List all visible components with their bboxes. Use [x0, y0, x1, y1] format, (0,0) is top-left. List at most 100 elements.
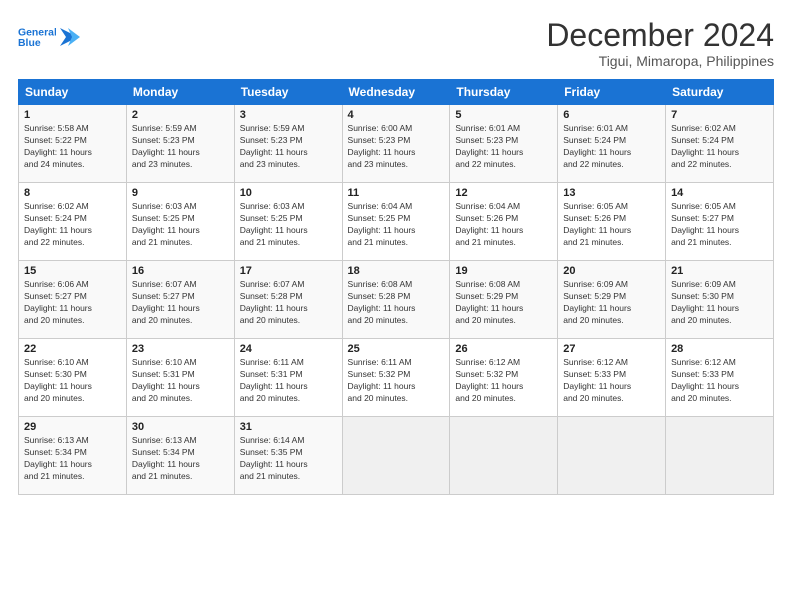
- col-header-sunday: Sunday: [19, 80, 127, 105]
- day-number: 22: [24, 343, 121, 355]
- calendar-table: SundayMondayTuesdayWednesdayThursdayFrid…: [18, 79, 774, 495]
- day-info: Sunrise: 5:58 AM Sunset: 5:22 PM Dayligh…: [24, 123, 121, 171]
- day-number: 28: [671, 343, 768, 355]
- calendar-cell: [666, 417, 774, 495]
- day-number: 25: [348, 343, 445, 355]
- calendar-cell: 2Sunrise: 5:59 AM Sunset: 5:23 PM Daylig…: [126, 105, 234, 183]
- col-header-saturday: Saturday: [666, 80, 774, 105]
- month-title: December 2024: [546, 18, 774, 53]
- day-number: 16: [132, 265, 229, 277]
- calendar-cell: 13 Sunrise: 6:05 AM Sunset: 5:26 PM Dayli…: [558, 183, 666, 261]
- day-info: Sunrise: 6:10 AM Sunset: 5:31 PM Dayligh…: [132, 357, 229, 405]
- day-number: 21: [671, 265, 768, 277]
- day-info: Sunrise: 6:02 AM Sunset: 5:24 PM Dayligh…: [671, 123, 768, 171]
- day-info: Sunrise: 6:13 AM Sunset: 5:34 PM Dayligh…: [132, 435, 229, 483]
- day-number: 29: [24, 421, 121, 433]
- day-number: 1: [24, 109, 121, 121]
- calendar-cell: 30 Sunrise: 6:13 AM Sunset: 5:34 PM Dayli…: [126, 417, 234, 495]
- calendar-cell: 18 Sunrise: 6:08 AM Sunset: 5:28 PM Dayli…: [342, 261, 450, 339]
- day-info: Sunrise: 6:09 AM Sunset: 5:30 PM Dayligh…: [671, 279, 768, 327]
- calendar-cell: 12 Sunrise: 6:04 AM Sunset: 5:26 PM Dayli…: [450, 183, 558, 261]
- calendar-cell: 28 Sunrise: 6:12 AM Sunset: 5:33 PM Dayli…: [666, 339, 774, 417]
- header: General Blue December 2024 Tigui, Mimaro…: [18, 18, 774, 69]
- title-block: December 2024 Tigui, Mimaropa, Philippin…: [546, 18, 774, 69]
- calendar-cell: 1 Sunrise: 5:58 AM Sunset: 5:22 PM Daylig…: [19, 105, 127, 183]
- location: Tigui, Mimaropa, Philippines: [546, 53, 774, 69]
- day-info: Sunrise: 6:12 AM Sunset: 5:33 PM Dayligh…: [671, 357, 768, 405]
- svg-text:General: General: [18, 28, 56, 39]
- day-info: Sunrise: 6:00 AM Sunset: 5:23 PM Dayligh…: [348, 123, 445, 171]
- day-info: Sunrise: 6:12 AM Sunset: 5:32 PM Dayligh…: [455, 357, 552, 405]
- page: General Blue December 2024 Tigui, Mimaro…: [0, 0, 792, 612]
- logo-svg: General Blue: [18, 18, 56, 56]
- day-number: 6: [563, 109, 660, 121]
- day-number: 2: [132, 109, 229, 121]
- day-info: Sunrise: 6:07 AM Sunset: 5:28 PM Dayligh…: [240, 279, 337, 327]
- calendar-week-4: 22 Sunrise: 6:10 AM Sunset: 5:30 PM Dayli…: [19, 339, 774, 417]
- calendar-cell: 9Sunrise: 6:03 AM Sunset: 5:25 PM Daylig…: [126, 183, 234, 261]
- calendar-cell: 8Sunrise: 6:02 AM Sunset: 5:24 PM Daylig…: [19, 183, 127, 261]
- calendar-cell: 6 Sunrise: 6:01 AM Sunset: 5:24 PM Daylig…: [558, 105, 666, 183]
- day-info: Sunrise: 6:07 AM Sunset: 5:27 PM Dayligh…: [132, 279, 229, 327]
- calendar-cell: 23 Sunrise: 6:10 AM Sunset: 5:31 PM Dayli…: [126, 339, 234, 417]
- calendar-cell: 25 Sunrise: 6:11 AM Sunset: 5:32 PM Dayli…: [342, 339, 450, 417]
- calendar-cell: 26 Sunrise: 6:12 AM Sunset: 5:32 PM Dayli…: [450, 339, 558, 417]
- day-number: 26: [455, 343, 552, 355]
- calendar-cell: 15Sunrise: 6:06 AM Sunset: 5:27 PM Dayli…: [19, 261, 127, 339]
- logo-arrow-icon: [58, 26, 80, 48]
- day-number: 11: [348, 187, 445, 199]
- day-info: Sunrise: 6:14 AM Sunset: 5:35 PM Dayligh…: [240, 435, 337, 483]
- day-number: 23: [132, 343, 229, 355]
- col-header-monday: Monday: [126, 80, 234, 105]
- day-info: Sunrise: 6:01 AM Sunset: 5:23 PM Dayligh…: [455, 123, 552, 171]
- day-number: 27: [563, 343, 660, 355]
- calendar-header-row: SundayMondayTuesdayWednesdayThursdayFrid…: [19, 80, 774, 105]
- day-info: Sunrise: 6:01 AM Sunset: 5:24 PM Dayligh…: [563, 123, 660, 171]
- calendar-cell: 19Sunrise: 6:08 AM Sunset: 5:29 PM Dayli…: [450, 261, 558, 339]
- day-number: 17: [240, 265, 337, 277]
- day-info: Sunrise: 6:08 AM Sunset: 5:29 PM Dayligh…: [455, 279, 552, 327]
- day-number: 10: [240, 187, 337, 199]
- calendar-cell: 16 Sunrise: 6:07 AM Sunset: 5:27 PM Dayli…: [126, 261, 234, 339]
- day-info: Sunrise: 6:05 AM Sunset: 5:26 PM Dayligh…: [563, 201, 660, 249]
- col-header-tuesday: Tuesday: [234, 80, 342, 105]
- day-info: Sunrise: 6:13 AM Sunset: 5:34 PM Dayligh…: [24, 435, 121, 483]
- day-number: 30: [132, 421, 229, 433]
- calendar-week-2: 8Sunrise: 6:02 AM Sunset: 5:24 PM Daylig…: [19, 183, 774, 261]
- day-info: Sunrise: 6:05 AM Sunset: 5:27 PM Dayligh…: [671, 201, 768, 249]
- day-info: Sunrise: 6:12 AM Sunset: 5:33 PM Dayligh…: [563, 357, 660, 405]
- day-info: Sunrise: 6:04 AM Sunset: 5:25 PM Dayligh…: [348, 201, 445, 249]
- calendar-cell: 11 Sunrise: 6:04 AM Sunset: 5:25 PM Dayli…: [342, 183, 450, 261]
- day-number: 7: [671, 109, 768, 121]
- day-number: 20: [563, 265, 660, 277]
- day-number: 4: [348, 109, 445, 121]
- calendar-cell: [558, 417, 666, 495]
- day-number: 31: [240, 421, 337, 433]
- logo: General Blue: [18, 18, 80, 56]
- day-number: 24: [240, 343, 337, 355]
- calendar-week-3: 15Sunrise: 6:06 AM Sunset: 5:27 PM Dayli…: [19, 261, 774, 339]
- col-header-thursday: Thursday: [450, 80, 558, 105]
- day-number: 3: [240, 109, 337, 121]
- calendar-week-5: 29 Sunrise: 6:13 AM Sunset: 5:34 PM Dayli…: [19, 417, 774, 495]
- day-number: 12: [455, 187, 552, 199]
- calendar-cell: 5Sunrise: 6:01 AM Sunset: 5:23 PM Daylig…: [450, 105, 558, 183]
- calendar-cell: 7 Sunrise: 6:02 AM Sunset: 5:24 PM Daylig…: [666, 105, 774, 183]
- day-number: 18: [348, 265, 445, 277]
- calendar-cell: 27 Sunrise: 6:12 AM Sunset: 5:33 PM Dayli…: [558, 339, 666, 417]
- day-number: 8: [24, 187, 121, 199]
- day-number: 13: [563, 187, 660, 199]
- day-info: Sunrise: 6:04 AM Sunset: 5:26 PM Dayligh…: [455, 201, 552, 249]
- day-info: Sunrise: 6:11 AM Sunset: 5:32 PM Dayligh…: [348, 357, 445, 405]
- day-info: Sunrise: 5:59 AM Sunset: 5:23 PM Dayligh…: [240, 123, 337, 171]
- day-info: Sunrise: 6:10 AM Sunset: 5:30 PM Dayligh…: [24, 357, 121, 405]
- day-number: 14: [671, 187, 768, 199]
- calendar-cell: 17 Sunrise: 6:07 AM Sunset: 5:28 PM Dayli…: [234, 261, 342, 339]
- calendar-cell: 22 Sunrise: 6:10 AM Sunset: 5:30 PM Dayli…: [19, 339, 127, 417]
- calendar-cell: 31 Sunrise: 6:14 AM Sunset: 5:35 PM Dayli…: [234, 417, 342, 495]
- calendar-cell: 14 Sunrise: 6:05 AM Sunset: 5:27 PM Dayli…: [666, 183, 774, 261]
- day-info: Sunrise: 6:09 AM Sunset: 5:29 PM Dayligh…: [563, 279, 660, 327]
- col-header-friday: Friday: [558, 80, 666, 105]
- day-info: Sunrise: 6:03 AM Sunset: 5:25 PM Dayligh…: [132, 201, 229, 249]
- day-info: Sunrise: 6:08 AM Sunset: 5:28 PM Dayligh…: [348, 279, 445, 327]
